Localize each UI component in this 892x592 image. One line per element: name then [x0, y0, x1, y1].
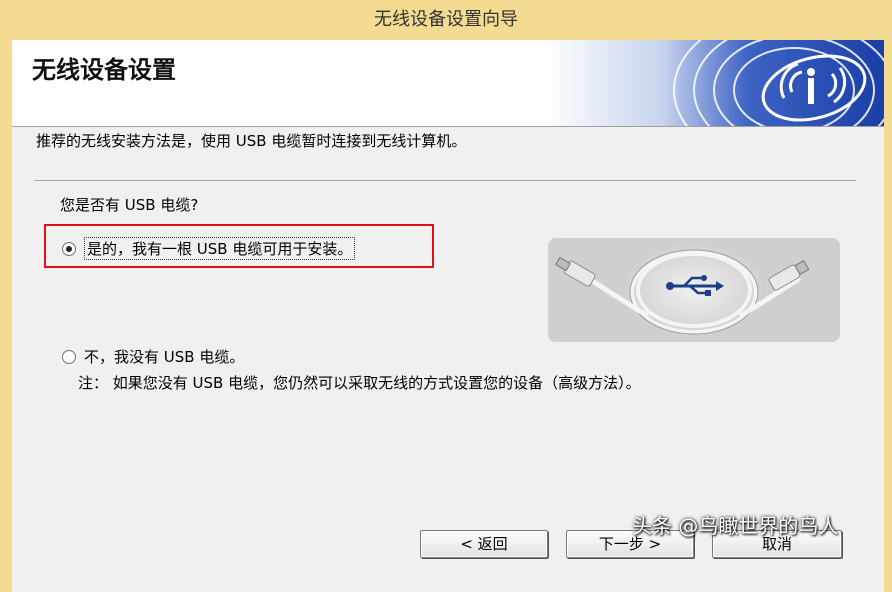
intro-text: 推荐的无线安装方法是，使用 USB 电缆暂时连接到无线计算机。: [36, 132, 467, 150]
page-title: 无线设备设置: [32, 56, 176, 84]
header-divider: [12, 126, 884, 127]
radio-option-yes[interactable]: 是的，我有一根 USB 电缆可用于安装。: [62, 237, 356, 260]
window-title: 无线设备设置向导: [374, 9, 518, 30]
note-text: 注： 如果您没有 USB 电缆，您仍然可以采取无线的方式设置您的设备（高级方法）…: [78, 374, 641, 392]
back-button[interactable]: < 返回: [420, 530, 548, 558]
usb-cable-icon: [548, 238, 840, 342]
section-divider: [34, 180, 856, 181]
radio-option-no[interactable]: 不，我没有 USB 电缆。: [62, 346, 244, 367]
radio-option-no-label[interactable]: 不，我没有 USB 电缆。: [84, 346, 244, 367]
window-frame-left: [0, 40, 12, 592]
wireless-logo-icon: [544, 40, 884, 126]
window-titlebar: 无线设备设置向导: [0, 0, 892, 40]
radio-option-yes-label[interactable]: 是的，我有一根 USB 电缆可用于安装。: [84, 237, 356, 260]
window-frame-right: [884, 40, 892, 592]
question-label: 您是否有 USB 电缆?: [60, 196, 199, 214]
radio-button-unchecked[interactable]: [62, 349, 76, 364]
watermark-text: 头条 @鸟瞰世界的鸟人: [632, 514, 839, 538]
wizard-header: 无线设备设置: [12, 40, 884, 126]
radio-button-checked[interactable]: [62, 241, 76, 256]
